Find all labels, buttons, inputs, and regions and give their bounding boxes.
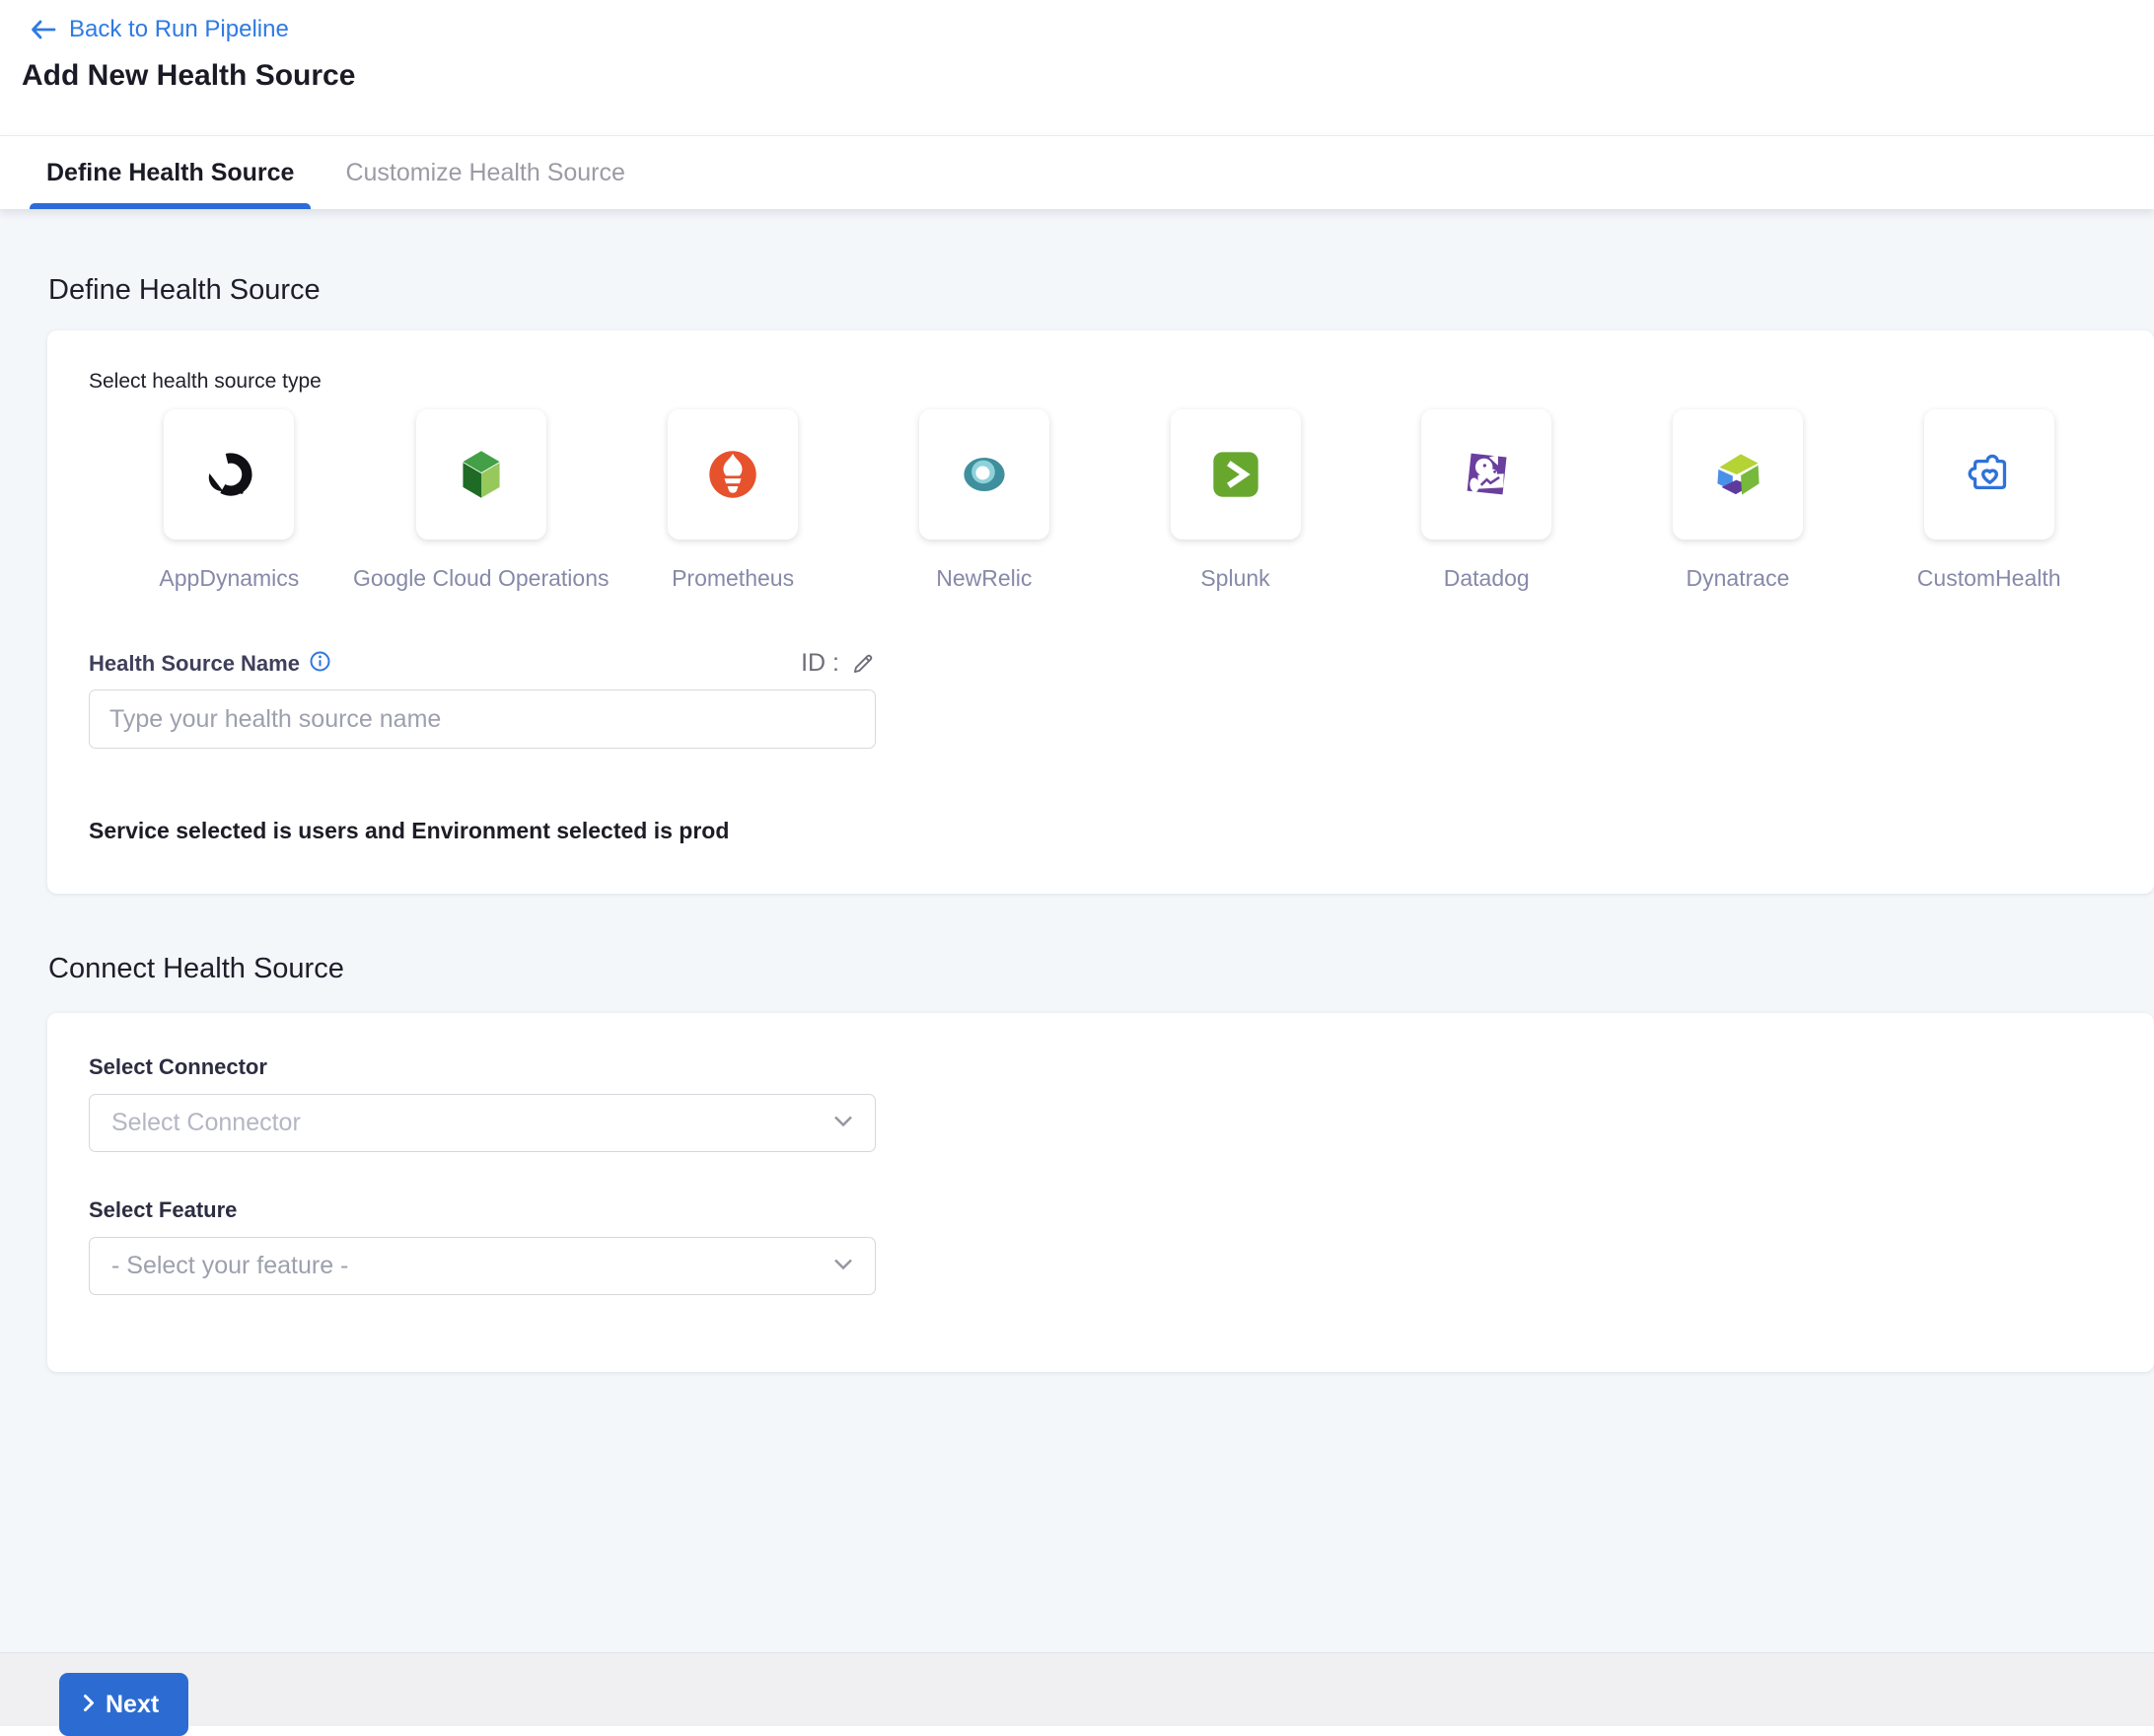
tab-bar: Define Health Source Customize Health So… — [0, 135, 2154, 209]
back-arrow-icon — [30, 19, 56, 40]
appdynamics-tile[interactable] — [164, 409, 294, 540]
google-cloud-operations-tile[interactable] — [416, 409, 546, 540]
source-type-label: Google Cloud Operations — [353, 565, 610, 592]
splunk-icon — [1203, 442, 1268, 507]
source-type-newrelic: NewRelic — [858, 409, 1110, 592]
chevron-down-icon — [833, 1258, 853, 1275]
feature-select-placeholder: - Select your feature - — [111, 1252, 348, 1280]
newrelic-icon — [952, 442, 1017, 507]
source-type-google-cloud-operations: Google Cloud Operations — [355, 409, 608, 592]
health-source-name-label: Health Source Name — [89, 651, 300, 677]
prometheus-tile[interactable] — [668, 409, 798, 540]
next-button-label: Next — [106, 1691, 159, 1719]
page-header: Back to Run Pipeline Add New Health Sour… — [0, 0, 2154, 135]
id-label: ID : — [801, 649, 839, 678]
customhealth-icon — [1957, 442, 2022, 507]
back-to-run-pipeline-link[interactable]: Back to Run Pipeline — [0, 0, 289, 43]
define-section-heading: Define Health Source — [0, 209, 2154, 307]
health-source-name-row: Health Source Name ID : — [89, 649, 876, 678]
source-type-label: AppDynamics — [159, 565, 299, 592]
datadog-icon — [1454, 442, 1519, 507]
source-type-prometheus: Prometheus — [608, 409, 859, 592]
edit-id-pencil-icon[interactable] — [850, 651, 876, 677]
main-content: Define Health Source Select health sourc… — [0, 209, 2154, 1652]
source-type-label: Dynatrace — [1687, 565, 1790, 592]
active-tab-underline — [30, 203, 311, 209]
feature-select[interactable]: - Select your feature - — [89, 1237, 876, 1295]
source-type-dynatrace: Dynatrace — [1613, 409, 1864, 592]
source-type-splunk: Splunk — [1110, 409, 1361, 592]
info-icon[interactable] — [309, 650, 331, 678]
define-health-source-card: Select health source type AppDynamics — [47, 330, 2154, 894]
source-type-appdynamics: AppDynamics — [104, 409, 355, 592]
service-environment-note: Service selected is users and Environmen… — [89, 818, 2115, 844]
datadog-tile[interactable] — [1421, 409, 1551, 540]
select-source-type-label: Select health source type — [89, 370, 2115, 394]
health-source-type-grid: AppDynamics Google Cloud Operations — [104, 409, 2115, 592]
source-type-label: Prometheus — [672, 565, 794, 592]
next-button[interactable]: Next — [59, 1673, 188, 1736]
dynatrace-tile[interactable] — [1673, 409, 1803, 540]
customhealth-tile[interactable] — [1924, 409, 2054, 540]
tab-customize-health-source[interactable]: Customize Health Source — [328, 136, 641, 209]
health-source-name-input[interactable] — [89, 689, 876, 749]
source-type-customhealth: CustomHealth — [1863, 409, 2115, 592]
newrelic-tile[interactable] — [919, 409, 1049, 540]
select-connector-label: Select Connector — [89, 1054, 267, 1079]
page-title: Add New Health Source — [22, 59, 2154, 93]
tab-define-label: Define Health Source — [46, 159, 294, 187]
connect-section-heading: Connect Health Source — [0, 894, 2154, 985]
dynatrace-icon — [1705, 442, 1770, 507]
connect-health-source-card: Select Connector Select Connector Select… — [47, 1013, 2154, 1372]
back-link-label: Back to Run Pipeline — [69, 16, 289, 43]
source-type-label: Datadog — [1444, 565, 1530, 592]
appdynamics-icon — [196, 442, 261, 507]
source-type-label: CustomHealth — [1917, 565, 2061, 592]
source-type-label: NewRelic — [936, 565, 1032, 592]
tab-customize-label: Customize Health Source — [345, 159, 624, 187]
connector-select-placeholder: Select Connector — [111, 1109, 301, 1137]
splunk-tile[interactable] — [1171, 409, 1301, 540]
select-feature-label: Select Feature — [89, 1197, 2115, 1223]
source-type-label: Splunk — [1200, 565, 1269, 592]
tab-define-health-source[interactable]: Define Health Source — [30, 136, 311, 209]
google-cloud-operations-icon — [449, 442, 514, 507]
connector-select[interactable]: Select Connector — [89, 1094, 876, 1152]
prometheus-icon — [700, 442, 765, 507]
source-type-datadog: Datadog — [1361, 409, 1613, 592]
next-chevron-icon — [83, 1691, 95, 1719]
chevron-down-icon — [833, 1115, 853, 1132]
footer-bar: Next — [0, 1652, 2154, 1726]
